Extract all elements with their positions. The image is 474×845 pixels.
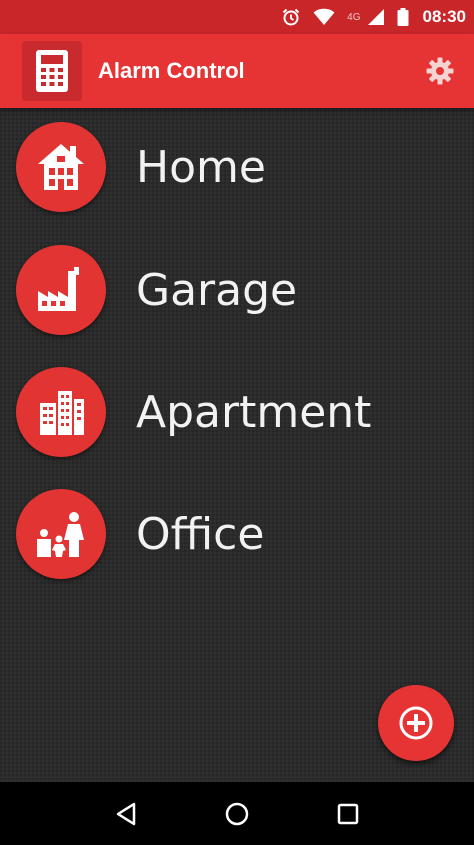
wifi-icon (313, 8, 335, 26)
location-item-office[interactable]: Office (0, 479, 474, 589)
add-location-button[interactable] (378, 685, 454, 761)
location-label: Garage (136, 264, 298, 316)
nav-back-button[interactable] (104, 792, 148, 836)
alarm-clock-icon (281, 7, 301, 27)
app-bar: Alarm Control (0, 34, 474, 108)
navigation-bar (0, 782, 474, 845)
location-label: Office (136, 508, 265, 560)
add-circle-icon (399, 706, 433, 740)
location-item-apartment[interactable]: Apartment (0, 357, 474, 467)
app-title: Alarm Control (98, 58, 245, 83)
family-icon (16, 489, 106, 579)
house-icon (16, 122, 106, 212)
location-item-home[interactable]: Home (0, 112, 474, 222)
location-label: Home (136, 141, 266, 193)
status-time: 08:30 (422, 7, 466, 26)
location-label: Apartment (136, 386, 372, 438)
signal-icon (367, 8, 385, 26)
settings-button[interactable] (420, 51, 460, 91)
recents-icon (338, 803, 359, 824)
location-item-garage[interactable]: Garage (0, 235, 474, 345)
calculator-keypad-icon (22, 41, 82, 101)
battery-icon (397, 8, 409, 26)
gear-icon (426, 57, 454, 85)
apartment-building-icon (16, 367, 106, 457)
location-list: Home Garage Apartment Office (0, 108, 474, 782)
network-type: 4G (347, 11, 361, 23)
nav-home-button[interactable] (215, 792, 259, 836)
status-bar: 4G 08:30 (0, 0, 474, 34)
home-icon (225, 802, 249, 825)
nav-recents-button[interactable] (326, 792, 370, 836)
factory-icon (16, 245, 106, 335)
back-icon (116, 802, 135, 825)
